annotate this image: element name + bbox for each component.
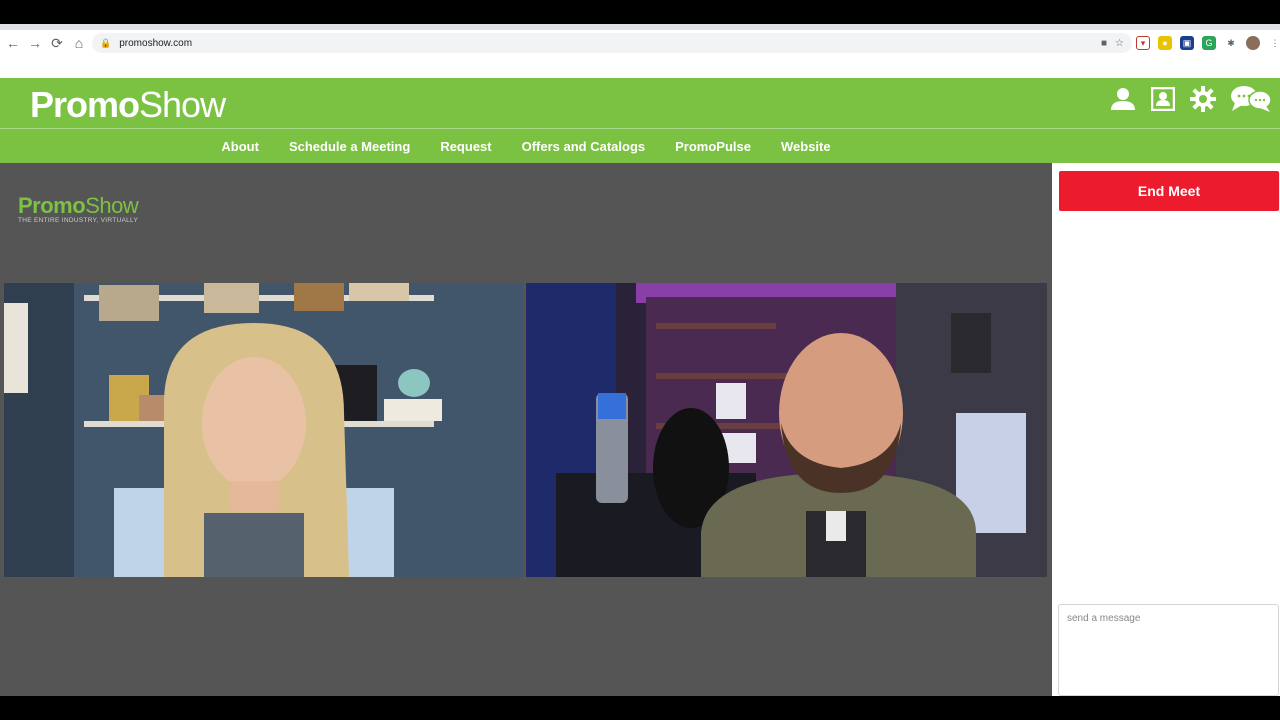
gear-icon[interactable] bbox=[1190, 86, 1216, 112]
pocket-extension-icon[interactable]: ▾ bbox=[1136, 36, 1150, 50]
site-header: PromoShow bbox=[0, 78, 1280, 128]
camera-icon[interactable]: ■ bbox=[1101, 38, 1107, 49]
nav-promopulse[interactable]: PromoPulse bbox=[675, 139, 751, 154]
participant-video-2[interactable] bbox=[526, 283, 1047, 577]
profile-avatar[interactable] bbox=[1246, 36, 1260, 50]
participant-video-1-frame bbox=[4, 283, 524, 577]
stage-logo: PromoShow THE ENTIRE INDUSTRY, VIRTUALLY bbox=[18, 193, 139, 224]
video-stage: PromoShow THE ENTIRE INDUSTRY, VIRTUALLY bbox=[0, 163, 1052, 696]
nav-about[interactable]: About bbox=[221, 139, 259, 154]
stage-logo-name: PromoShow bbox=[18, 193, 139, 219]
logo-part-bold: Promo bbox=[30, 84, 140, 125]
puzzle-icon[interactable]: ✱ bbox=[1224, 36, 1238, 50]
nav-extension bbox=[1052, 129, 1280, 163]
page-top-spacer bbox=[0, 56, 1280, 78]
menu-dots-icon[interactable]: ⋮ bbox=[1268, 36, 1280, 50]
site-logo[interactable]: PromoShow bbox=[30, 84, 226, 126]
extension-icon[interactable]: ● bbox=[1158, 36, 1172, 50]
browser-toolbar: ← → ⟳ ⌂ 🔒 promoshow.com ■ ☆ bbox=[0, 30, 1280, 56]
nav-request[interactable]: Request bbox=[440, 139, 491, 154]
user-icon[interactable] bbox=[1110, 86, 1136, 112]
message-input[interactable] bbox=[1058, 604, 1279, 696]
participant-video-1[interactable] bbox=[4, 283, 524, 577]
address-bar[interactable]: 🔒 promoshow.com ■ ☆ bbox=[92, 33, 1132, 53]
end-meet-button[interactable]: End Meet bbox=[1059, 171, 1279, 211]
extensions-bar: ▾ ● ▣ G ✱ ⋮ bbox=[1136, 30, 1280, 56]
main-nav: About Schedule a Meeting Request Offers … bbox=[0, 129, 1052, 163]
nav-schedule-meeting[interactable]: Schedule a Meeting bbox=[289, 139, 410, 154]
logo-part-light: Show bbox=[139, 84, 226, 125]
participant-video-2-frame bbox=[526, 283, 1047, 577]
stage-logo-bold: Promo bbox=[18, 193, 86, 218]
nav-offers-catalogs[interactable]: Offers and Catalogs bbox=[522, 139, 646, 154]
stage-logo-tagline: THE ENTIRE INDUSTRY, VIRTUALLY bbox=[18, 217, 139, 224]
reload-icon[interactable]: ⟳ bbox=[46, 32, 68, 54]
back-icon[interactable]: ← bbox=[2, 32, 24, 54]
monitor-extension-icon[interactable]: ▣ bbox=[1180, 36, 1194, 50]
address-url: promoshow.com bbox=[119, 37, 193, 49]
home-icon[interactable]: ⌂ bbox=[68, 32, 90, 54]
nav-website[interactable]: Website bbox=[781, 139, 831, 154]
letterbox-bottom bbox=[0, 696, 1280, 720]
stage-logo-light: Show bbox=[85, 193, 139, 218]
letterbox-top bbox=[0, 0, 1280, 24]
contact-card-icon[interactable] bbox=[1150, 86, 1176, 112]
grammarly-extension-icon[interactable]: G bbox=[1202, 36, 1216, 50]
forward-icon[interactable]: → bbox=[24, 32, 46, 54]
chat-sidebar: End Meet bbox=[1052, 163, 1280, 696]
lock-icon: 🔒 bbox=[100, 37, 112, 48]
chat-bubbles-icon[interactable] bbox=[1230, 86, 1272, 112]
star-icon[interactable]: ☆ bbox=[1115, 38, 1124, 49]
